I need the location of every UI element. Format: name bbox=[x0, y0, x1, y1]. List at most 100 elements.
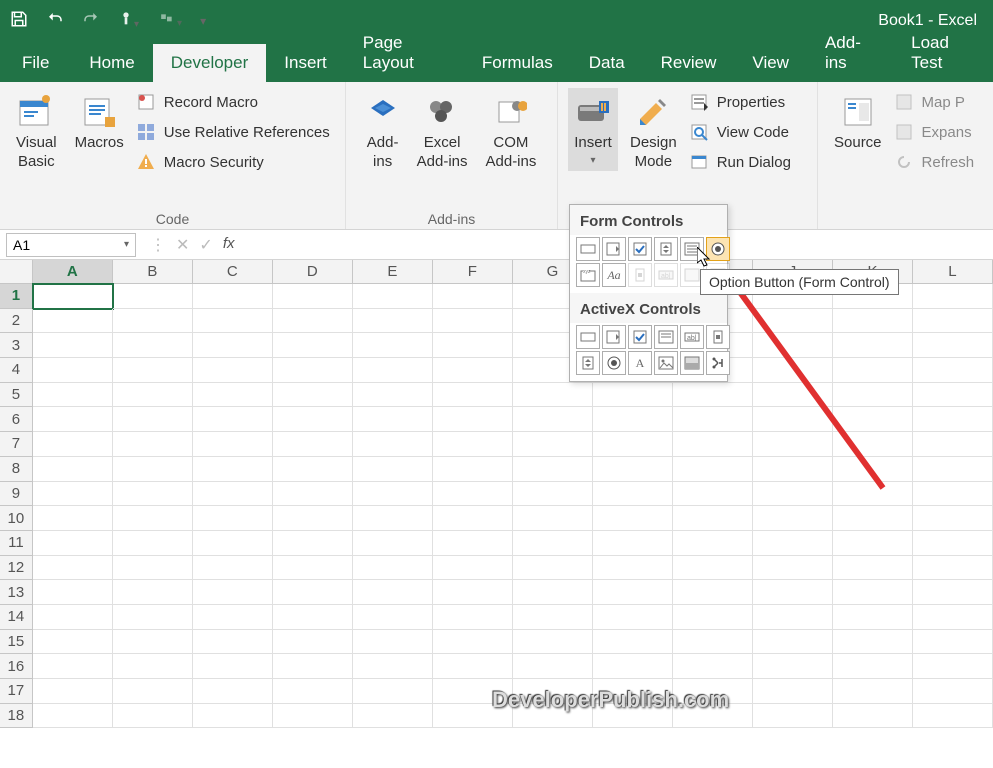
tab-insert[interactable]: Insert bbox=[266, 44, 345, 82]
row-header[interactable]: 11 bbox=[0, 531, 33, 556]
cell[interactable] bbox=[513, 457, 593, 482]
cell[interactable] bbox=[33, 333, 113, 358]
cell[interactable] bbox=[833, 383, 913, 408]
name-box[interactable]: A1▾ bbox=[6, 233, 136, 257]
form-text-field-icon[interactable]: ab| bbox=[654, 263, 678, 287]
cell[interactable] bbox=[113, 383, 193, 408]
cell[interactable] bbox=[913, 333, 993, 358]
cell[interactable] bbox=[353, 432, 433, 457]
cell[interactable] bbox=[433, 284, 513, 309]
cell[interactable] bbox=[433, 506, 513, 531]
cell[interactable] bbox=[33, 482, 113, 507]
cell[interactable] bbox=[753, 531, 833, 556]
source-button[interactable]: Source bbox=[828, 88, 888, 157]
cell[interactable] bbox=[113, 457, 193, 482]
cell[interactable] bbox=[193, 679, 273, 704]
cell[interactable] bbox=[353, 482, 433, 507]
cell[interactable] bbox=[193, 284, 273, 309]
cell[interactable] bbox=[753, 556, 833, 581]
cell[interactable] bbox=[273, 679, 353, 704]
tab-data[interactable]: Data bbox=[571, 44, 643, 82]
cell[interactable] bbox=[193, 482, 273, 507]
row-header[interactable]: 2 bbox=[0, 309, 33, 334]
cell[interactable] bbox=[273, 358, 353, 383]
cell[interactable] bbox=[193, 407, 273, 432]
cell[interactable] bbox=[273, 482, 353, 507]
cell[interactable] bbox=[593, 630, 673, 655]
cell[interactable] bbox=[193, 580, 273, 605]
run-dialog-button[interactable]: Run Dialog bbox=[689, 152, 791, 172]
cell[interactable] bbox=[513, 482, 593, 507]
cell[interactable] bbox=[33, 556, 113, 581]
cell[interactable] bbox=[193, 531, 273, 556]
cell[interactable] bbox=[753, 407, 833, 432]
cell[interactable] bbox=[753, 383, 833, 408]
insert-control-button[interactable]: Insert▾ bbox=[568, 88, 618, 171]
cell[interactable] bbox=[353, 580, 433, 605]
col-header[interactable]: D bbox=[273, 260, 353, 283]
cell[interactable] bbox=[113, 630, 193, 655]
activex-scroll-bar-icon[interactable] bbox=[706, 325, 730, 349]
cell[interactable] bbox=[353, 605, 433, 630]
row-header[interactable]: 18 bbox=[0, 704, 33, 729]
row-header[interactable]: 4 bbox=[0, 358, 33, 383]
view-code-button[interactable]: View Code bbox=[689, 122, 791, 142]
row-header[interactable]: 15 bbox=[0, 630, 33, 655]
cell[interactable] bbox=[753, 605, 833, 630]
cell[interactable] bbox=[833, 531, 913, 556]
cell[interactable] bbox=[913, 704, 993, 729]
cell[interactable] bbox=[593, 531, 673, 556]
cell[interactable] bbox=[433, 605, 513, 630]
cell[interactable] bbox=[273, 556, 353, 581]
row-header[interactable]: 17 bbox=[0, 679, 33, 704]
cell[interactable] bbox=[113, 407, 193, 432]
cell[interactable] bbox=[33, 284, 113, 309]
cell[interactable] bbox=[33, 704, 113, 729]
cell[interactable] bbox=[353, 333, 433, 358]
cell[interactable] bbox=[113, 704, 193, 729]
form-label-icon[interactable]: Aa bbox=[602, 263, 626, 287]
cell[interactable] bbox=[33, 531, 113, 556]
col-header[interactable]: F bbox=[433, 260, 513, 283]
cell[interactable] bbox=[353, 407, 433, 432]
cell[interactable] bbox=[513, 383, 593, 408]
touch-mode-icon[interactable]: ▾ bbox=[118, 11, 139, 32]
cell[interactable] bbox=[833, 506, 913, 531]
macros-button[interactable]: Macros bbox=[69, 88, 130, 157]
cell[interactable] bbox=[113, 358, 193, 383]
fx-icon[interactable]: fx bbox=[223, 235, 235, 255]
cell[interactable] bbox=[193, 383, 273, 408]
cell[interactable] bbox=[433, 432, 513, 457]
record-macro-button[interactable]: Record Macro bbox=[136, 92, 330, 112]
cell[interactable] bbox=[833, 630, 913, 655]
cell[interactable] bbox=[673, 580, 753, 605]
cell[interactable] bbox=[193, 457, 273, 482]
cell[interactable] bbox=[433, 383, 513, 408]
cell[interactable] bbox=[833, 654, 913, 679]
cell[interactable] bbox=[593, 580, 673, 605]
cell[interactable] bbox=[33, 457, 113, 482]
cell[interactable] bbox=[273, 284, 353, 309]
cell[interactable] bbox=[913, 383, 993, 408]
cell[interactable] bbox=[193, 432, 273, 457]
cell[interactable] bbox=[913, 482, 993, 507]
cell[interactable] bbox=[113, 309, 193, 334]
properties-button[interactable]: Properties bbox=[689, 92, 791, 112]
cell[interactable] bbox=[273, 309, 353, 334]
refresh-data-button[interactable]: Refresh bbox=[894, 152, 975, 172]
cell[interactable] bbox=[193, 556, 273, 581]
cell[interactable] bbox=[593, 654, 673, 679]
activex-command-button-icon[interactable] bbox=[576, 325, 600, 349]
cell[interactable] bbox=[753, 457, 833, 482]
cell[interactable] bbox=[753, 358, 833, 383]
cell[interactable] bbox=[593, 407, 673, 432]
cell[interactable] bbox=[273, 654, 353, 679]
row-header[interactable]: 12 bbox=[0, 556, 33, 581]
activex-label-icon[interactable]: A bbox=[628, 351, 652, 375]
cell[interactable] bbox=[353, 358, 433, 383]
cancel-icon[interactable]: ✕ bbox=[176, 235, 189, 255]
design-mode-button[interactable]: Design Mode bbox=[624, 88, 683, 176]
cell[interactable] bbox=[433, 630, 513, 655]
cell[interactable] bbox=[513, 407, 593, 432]
cell[interactable] bbox=[753, 679, 833, 704]
